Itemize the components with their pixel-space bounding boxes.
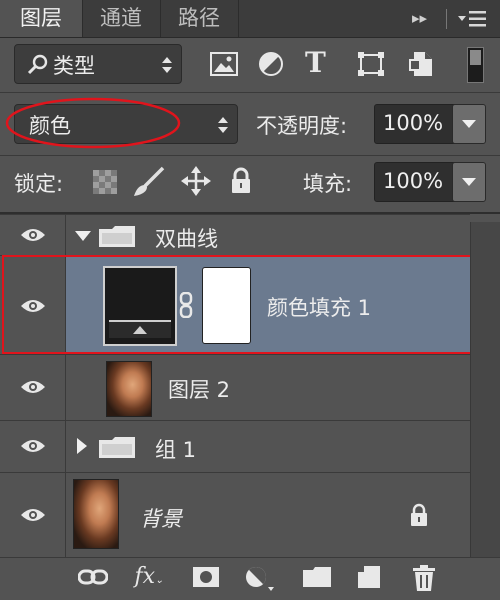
layer-name: 组 1 xyxy=(155,438,197,462)
tab-paths[interactable]: 路径 xyxy=(160,0,239,37)
fx-icon[interactable]: fx⌄ xyxy=(132,558,166,596)
lock-icon xyxy=(411,503,427,526)
layer-name: 背景 xyxy=(140,507,182,531)
shape-layer-filter-icon[interactable] xyxy=(357,51,385,77)
eye-icon[interactable] xyxy=(20,227,46,243)
select-arrows-icon xyxy=(162,57,172,73)
opacity-label: 不透明度: xyxy=(256,114,348,138)
layer-row-background[interactable]: 背景 xyxy=(0,472,470,558)
layers-scrollbar[interactable] xyxy=(470,222,500,557)
new-layer-icon[interactable] xyxy=(356,564,382,590)
layer-name: 图层 2 xyxy=(168,378,231,402)
chevron-down-icon xyxy=(462,120,476,128)
panel-tab-bar: 图层 通道 路径 ▸▸ xyxy=(0,0,500,38)
fill-dropdown-button[interactable] xyxy=(452,162,486,202)
trash-icon[interactable] xyxy=(412,564,436,592)
smart-object-filter-icon[interactable] xyxy=(408,50,434,78)
filter-type-label: 类型 xyxy=(53,54,95,78)
adjustment-layer-filter-icon[interactable] xyxy=(258,51,284,77)
visibility-cell[interactable] xyxy=(0,215,66,256)
layer-row-pixel[interactable]: 图层 2 xyxy=(0,354,470,421)
new-group-icon[interactable] xyxy=(302,566,332,588)
select-arrows-icon xyxy=(218,117,228,133)
blend-mode-highlight-ellipse xyxy=(5,97,181,149)
lock-label: 锁定: xyxy=(14,172,64,196)
adjustment-layer-icon[interactable] xyxy=(244,565,276,591)
divider xyxy=(0,92,500,93)
layer-row-group[interactable]: 双曲线 xyxy=(0,214,470,256)
opacity-dropdown-button[interactable] xyxy=(452,104,486,144)
layer-row-group[interactable]: 组 1 xyxy=(0,420,470,473)
layers-list: 双曲线 颜色填充 1 图层 2 组 1 背景 xyxy=(0,214,494,558)
layer-filter-select[interactable]: 类型 xyxy=(14,44,182,84)
lock-position-move-icon[interactable] xyxy=(181,166,211,196)
folder-icon xyxy=(99,226,135,247)
lock-image-pixels-brush-icon[interactable] xyxy=(132,166,166,198)
add-mask-icon[interactable] xyxy=(192,566,220,588)
layer-name: 双曲线 xyxy=(155,227,218,251)
pixel-layer-filter-icon[interactable] xyxy=(210,52,238,76)
chevron-down-icon xyxy=(462,178,476,186)
lock-transparent-pixels-icon[interactable] xyxy=(93,170,117,194)
collapsed-triangle-icon[interactable] xyxy=(77,438,88,454)
visibility-cell[interactable] xyxy=(0,421,66,473)
panel-menu-icon[interactable] xyxy=(458,8,488,34)
tab-channels[interactable]: 通道 xyxy=(82,0,161,37)
collapse-panel-icon[interactable]: ▸▸ xyxy=(412,0,427,37)
expanded-triangle-icon[interactable] xyxy=(75,231,91,242)
filter-toggle-knob xyxy=(470,50,481,65)
eye-icon[interactable] xyxy=(20,507,46,523)
visibility-cell[interactable] xyxy=(0,355,66,421)
layer-thumbnail[interactable] xyxy=(73,479,119,549)
type-layer-filter-icon[interactable]: T xyxy=(305,46,326,79)
search-icon xyxy=(27,54,48,75)
tab-divider xyxy=(446,9,447,29)
fill-label: 填充: xyxy=(303,172,353,196)
lock-all-icon[interactable] xyxy=(230,167,252,195)
divider xyxy=(0,155,500,156)
layers-footer-toolbar: fx⌄ xyxy=(0,557,500,596)
opacity-input[interactable]: 100% xyxy=(374,104,458,144)
layer-thumbnail[interactable] xyxy=(106,361,152,417)
selected-layer-highlight-box xyxy=(2,255,494,354)
tab-layers[interactable]: 图层 xyxy=(0,0,83,37)
fill-input[interactable]: 100% xyxy=(374,162,458,202)
link-layers-icon[interactable] xyxy=(78,569,108,585)
visibility-cell[interactable] xyxy=(0,473,66,558)
filter-toggle-switch[interactable] xyxy=(467,47,484,83)
eye-icon[interactable] xyxy=(20,379,46,395)
folder-icon xyxy=(99,437,135,458)
eye-icon[interactable] xyxy=(20,438,46,454)
